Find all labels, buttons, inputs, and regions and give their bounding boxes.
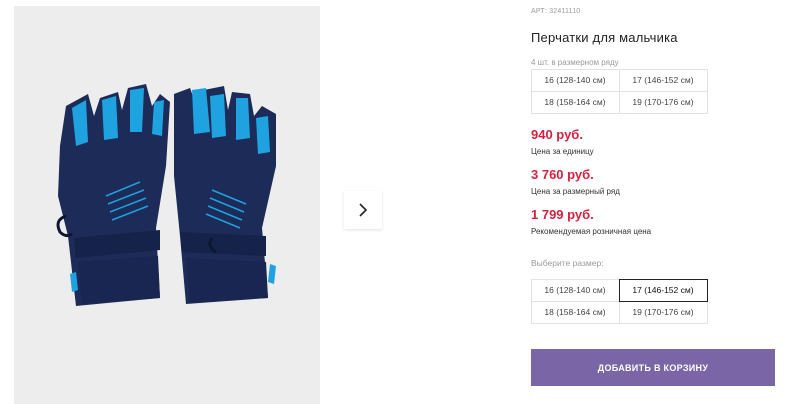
retail-price: 1 799 руб. bbox=[531, 207, 594, 222]
size-option-selected[interactable]: 17 (146-152 см) bbox=[618, 278, 708, 302]
size-option[interactable]: 18 (158-164 см) bbox=[530, 300, 620, 324]
pack-size-cell: 19 (170-176 см) bbox=[618, 90, 708, 114]
left-glove bbox=[56, 84, 170, 306]
pack-size-cell: 18 (158-164 см) bbox=[530, 90, 620, 114]
size-option[interactable]: 19 (170-176 см) bbox=[618, 300, 708, 324]
product-sku: АРТ: 32411110 bbox=[531, 8, 581, 15]
pack-price-note: Цена за размерный ряд bbox=[531, 187, 620, 196]
size-select-label: Выберите размер: bbox=[531, 258, 604, 268]
gloves-image bbox=[56, 84, 276, 306]
unit-price: 940 руб. bbox=[531, 127, 583, 142]
pack-price: 3 760 руб. bbox=[531, 167, 594, 182]
size-option[interactable]: 16 (128-140 см) bbox=[530, 278, 620, 302]
pack-note: 4 шт. в размерном ряду bbox=[531, 58, 619, 67]
product-gallery bbox=[0, 0, 508, 404]
pack-size-cell: 16 (128-140 см) bbox=[530, 68, 620, 92]
product-title: Перчатки для мальчика bbox=[531, 30, 678, 45]
chevron-right-icon bbox=[359, 203, 368, 217]
pack-size-cell: 17 (146-152 см) bbox=[618, 68, 708, 92]
next-image-button[interactable] bbox=[344, 191, 382, 229]
right-glove bbox=[174, 86, 276, 304]
retail-price-note: Рекомендуемая розничная цена bbox=[531, 227, 652, 236]
product-photo bbox=[14, 6, 320, 404]
unit-price-note: Цена за единицу bbox=[531, 147, 594, 156]
pack-sizes-table: 16 (128-140 см) 17 (146-152 см) 18 (158-… bbox=[530, 68, 708, 114]
add-to-cart-button[interactable]: ДОБАВИТЬ В КОРЗИНУ bbox=[531, 349, 775, 386]
size-selector: 16 (128-140 см) 17 (146-152 см) 18 (158-… bbox=[530, 278, 708, 324]
